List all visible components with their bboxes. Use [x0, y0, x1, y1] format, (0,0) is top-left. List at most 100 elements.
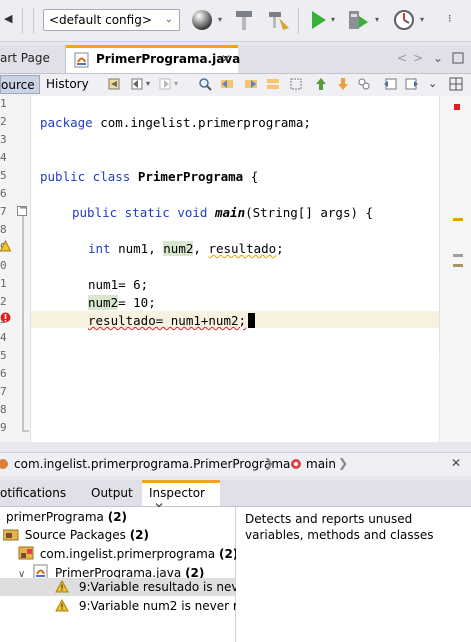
code-text: num1= 6; [88, 277, 149, 292]
maximize-window-icon[interactable] [452, 52, 464, 64]
previous-bookmark-icon[interactable] [314, 77, 328, 91]
tree-item-warning[interactable]: 9:Variable resultado is never re [55, 579, 267, 594]
keyword: public static void [72, 205, 208, 220]
package-label: com.ingelist.primerprograma [39, 547, 216, 561]
warning-mark[interactable] [453, 218, 463, 221]
line-number: 2 [0, 295, 7, 308]
error-statement: resultado= num1+num2; [88, 313, 247, 328]
code-text: com.ingelist.primerprograma; [92, 115, 311, 130]
error-icon[interactable] [0, 312, 11, 323]
source-packages-label: Source Packages [24, 528, 126, 542]
clean-build-icon[interactable] [267, 8, 291, 32]
shift-left-icon[interactable] [383, 77, 397, 91]
warning-icon[interactable] [0, 240, 11, 252]
chevron-down-icon[interactable]: ▾ [146, 79, 150, 88]
keyword: package [40, 115, 93, 130]
line-number: 0 [0, 259, 7, 272]
chevron-down-icon[interactable]: ▾ [420, 15, 424, 24]
close-icon[interactable]: ✕ [221, 52, 231, 66]
shift-right-icon[interactable] [405, 77, 419, 91]
chevron-down-icon[interactable]: ▾ [174, 79, 178, 88]
next-bookmark-icon[interactable] [336, 77, 350, 91]
chevron-down-icon[interactable]: ⌄ [428, 77, 437, 90]
tab-start-page[interactable]: art Page [0, 45, 66, 73]
last-edit-icon[interactable] [107, 77, 121, 91]
chevron-down-icon[interactable]: ⌄ [433, 51, 443, 65]
class-name: PrimerPrograma [137, 169, 244, 184]
split-editor-icon[interactable] [449, 77, 463, 91]
tree-item-source-packages[interactable]: Source Packages (2) [2, 528, 149, 542]
java-file-icon [74, 52, 89, 68]
project-count: (2) [107, 510, 128, 524]
globe-icon[interactable] [190, 8, 214, 32]
tree-item-project[interactable]: primerPrograma (2) [6, 510, 127, 524]
main-toolbar: ◀ <default config> ⌄ ▾ ▾ ▾ ▾ ⁝ [0, 0, 471, 42]
scroll-right-icon[interactable]: > [413, 51, 423, 65]
back-icon[interactable] [130, 77, 144, 91]
code-line: resultado= num1+num2; [88, 313, 256, 328]
code-line: num2= 10; [88, 295, 156, 310]
tab-output[interactable]: Output [91, 486, 133, 500]
editor-tab-bar: art Page PrimerPrograma.java ✕ < > ⌄ [0, 45, 471, 74]
find-selection-icon[interactable] [266, 77, 280, 91]
error-summary-icon[interactable] [454, 104, 460, 110]
tab-primerprograma[interactable]: PrimerPrograma.java ✕ [66, 45, 240, 73]
debug-icon[interactable] [346, 8, 370, 32]
line-number: 6 [0, 367, 7, 380]
warning-mark[interactable] [453, 264, 463, 267]
more-actions-icon[interactable]: ⁝ [448, 12, 452, 25]
run-icon[interactable] [306, 8, 330, 32]
editor-toolbar: ource History ▾ ▾ ⌄ [0, 74, 471, 97]
scroll-left-icon[interactable]: < [397, 51, 407, 65]
line-number: 3 [0, 133, 7, 146]
breadcrumb-class[interactable]: com.ingelist.primerprograma.PrimerProgra… [14, 457, 290, 471]
forward-icon[interactable] [158, 77, 172, 91]
inspector-description: Detects and reports unused variables, me… [236, 507, 471, 642]
config-select[interactable]: <default config> ⌄ [43, 9, 180, 31]
history-label: History [46, 77, 89, 91]
chevron-down-icon[interactable]: ▾ [331, 15, 335, 24]
method-icon [291, 459, 301, 469]
history-view-button[interactable]: History [46, 77, 89, 91]
warning-variable: resultado [208, 241, 277, 256]
occurrence-mark[interactable] [453, 254, 463, 257]
left-arrow-icon[interactable]: ◀ [4, 12, 12, 25]
highlighted-variable: num2 [163, 241, 194, 256]
source-view-button[interactable]: ource [0, 75, 40, 94]
find-previous-icon[interactable] [220, 77, 234, 91]
project-label: primerPrograma [6, 510, 104, 524]
breadcrumb-method[interactable]: main [306, 457, 336, 471]
line-number: 6 [0, 187, 7, 200]
toggle-bookmark-icon[interactable] [357, 77, 371, 91]
error-stripe[interactable] [440, 96, 471, 442]
code-line: public class PrimerPrograma { [40, 169, 258, 184]
fold-toggle-icon[interactable]: − [17, 203, 27, 216]
tab-start-page-label: art Page [0, 51, 50, 65]
tree-item-warning[interactable]: 9:Variable num2 is never read [55, 598, 260, 613]
tab-inspector-label: Inspector [149, 486, 205, 500]
tab-notifications[interactable]: otifications [0, 486, 66, 500]
code-text: { [243, 169, 259, 184]
line-number: 5 [0, 169, 7, 182]
profile-icon[interactable] [392, 8, 416, 32]
code-lines: package com.ingelist.primerprograma; pub… [31, 96, 439, 442]
tab-inspector[interactable]: Inspector ✕ [142, 480, 220, 514]
hammer-icon[interactable] [232, 8, 256, 32]
code-fold-guide [22, 216, 29, 432]
warning-icon [55, 579, 69, 593]
line-number: 1 [0, 97, 7, 110]
code-text: (String[] args) { [245, 205, 374, 220]
source-label: ource [1, 78, 35, 92]
toolbar-separator [22, 8, 23, 34]
chevron-down-icon[interactable]: ▾ [218, 15, 222, 24]
find-next-icon[interactable] [244, 77, 258, 91]
chevron-down-icon[interactable]: ▾ [375, 15, 379, 24]
inspector-tree[interactable]: primerPrograma (2) Source Packages (2) c… [0, 507, 267, 642]
find-icon[interactable] [198, 77, 212, 91]
tree-item-package[interactable]: com.ingelist.primerprograma (2) [18, 546, 238, 561]
close-icon[interactable]: ✕ [451, 456, 461, 470]
toggle-highlight-icon[interactable] [289, 77, 303, 91]
highlighted-variable: num2 [88, 295, 119, 310]
keyword: int [88, 241, 111, 256]
code-text: , [193, 241, 209, 256]
